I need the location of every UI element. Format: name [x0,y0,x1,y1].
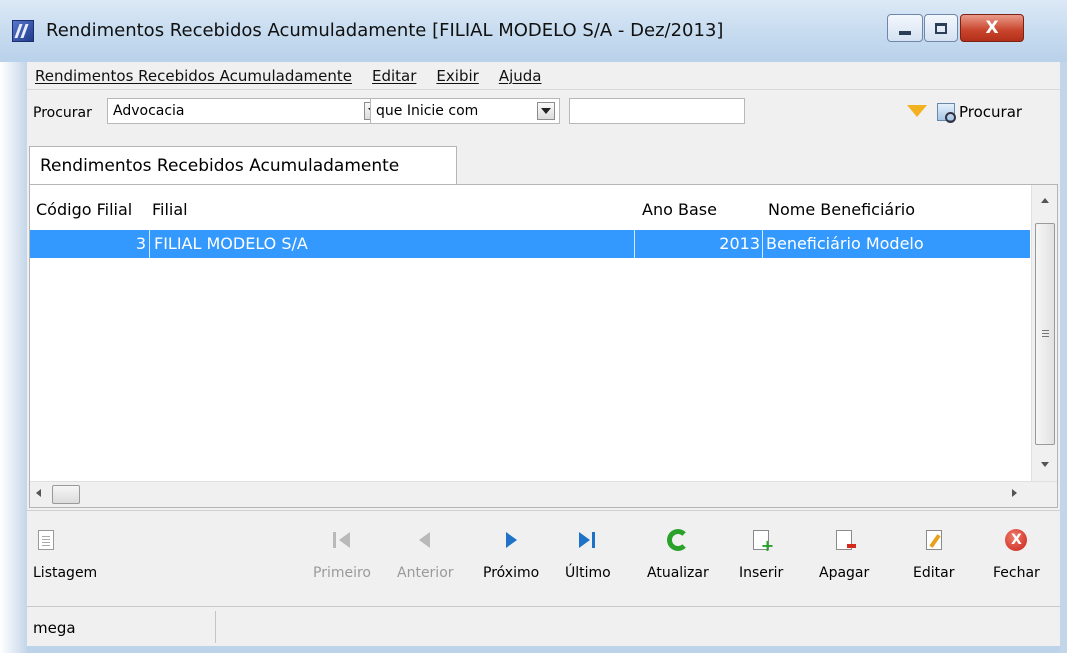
close-icon: X [1003,527,1029,553]
content-panel: Rendimentos Recebidos Acumuladamente Cód… [27,134,1060,510]
filter-icon[interactable] [907,105,927,117]
tab-rendimentos[interactable]: Rendimentos Recebidos Acumuladamente [29,146,457,184]
window-left-border [0,62,27,653]
maximize-icon [935,22,947,34]
minimize-icon [899,31,911,35]
column-separator [762,230,763,258]
window-right-border [1060,62,1067,653]
horizontal-scrollbar[interactable] [30,481,1057,507]
atualizar-button[interactable]: Atualizar [647,527,709,599]
chevron-down-icon[interactable] [537,102,555,120]
scroll-right-arrow-icon[interactable] [1012,489,1017,497]
app-window: Rendimentos Recebidos Acumuladamente [FI… [0,0,1067,653]
scroll-left-arrow-icon[interactable] [36,489,41,497]
title-bar: Rendimentos Recebidos Acumuladamente [FI… [0,0,1067,62]
editar-button[interactable]: Editar [913,527,954,599]
window-title: Rendimentos Recebidos Acumuladamente [FI… [46,20,724,41]
minimize-button[interactable] [887,14,923,42]
menu-editar[interactable]: Editar [372,67,416,85]
cell-filial: FILIAL MODELO S/A [154,234,308,253]
search-field-select[interactable]: Advocacia [107,98,387,124]
ultimo-button[interactable]: Último [565,527,611,599]
status-text: mega [33,619,76,637]
inserir-label: Inserir [739,565,784,581]
listagem-button[interactable]: Listagem [33,527,97,599]
tab-label: Rendimentos Recebidos Acumuladamente [40,156,400,176]
col-header-filial[interactable]: Filial [152,200,188,219]
last-record-icon [575,527,601,553]
status-separator [215,611,216,643]
next-record-icon [498,527,524,553]
fechar-label: Fechar [993,565,1040,581]
menu-ajuda[interactable]: Ajuda [499,67,542,85]
scroll-down-arrow-icon[interactable] [1032,453,1058,475]
menu-bar: Rendimentos Recebidos Acumuladamente Edi… [27,62,1060,90]
search-mode-value: que Inicie com [376,103,479,119]
insert-icon [748,527,774,555]
search-input[interactable] [569,98,745,124]
apagar-label: Apagar [819,565,870,581]
search-field-value: Advocacia [113,103,185,119]
editar-label: Editar [913,565,955,581]
delete-icon [831,527,857,553]
column-separator [634,230,635,258]
listagem-label: Listagem [33,565,98,581]
primeiro-button[interactable]: Primeiro [313,527,371,599]
maximize-button[interactable] [924,14,958,42]
menu-exibir[interactable]: Exibir [436,67,478,85]
vertical-scroll-thumb[interactable] [1035,223,1055,445]
atualizar-label: Atualizar [647,565,709,581]
close-window-button[interactable]: X [960,14,1024,42]
primeiro-label: Primeiro [313,565,371,581]
table-row[interactable]: 3 FILIAL MODELO S/A 2013 Beneficiário Mo… [30,230,1030,258]
cell-nome-beneficiario: Beneficiário Modelo [766,234,924,253]
close-icon: X [985,18,999,38]
ultimo-label: Último [565,565,611,581]
column-separator [149,230,150,258]
search-bar: Procurar Advocacia que Inicie com Procur… [27,90,1060,134]
menu-rendimentos[interactable]: Rendimentos Recebidos Acumuladamente [35,67,352,85]
col-header-nome-beneficiario[interactable]: Nome Beneficiário [768,200,915,219]
horizontal-scroll-thumb[interactable] [52,485,80,504]
cell-codigo-filial: 3 [135,234,146,253]
col-header-ano-base[interactable]: Ano Base [642,200,717,219]
search-button[interactable]: Procurar [937,98,1022,126]
search-mode-select[interactable]: que Inicie com [370,98,560,124]
cell-ano-base: 2013 [719,234,760,253]
scroll-up-arrow-icon[interactable] [1032,189,1058,211]
anterior-label: Anterior [397,565,454,581]
grip-icon [1042,330,1049,337]
fechar-button[interactable]: X Fechar [993,527,1040,599]
bottom-toolbar: Listagem Primeiro Anterior Próximo Últim [27,510,1060,606]
refresh-icon [665,527,691,553]
first-record-icon [329,527,355,553]
anterior-button[interactable]: Anterior [397,527,454,599]
proximo-button[interactable]: Próximo [483,527,539,599]
search-label: Procurar [33,105,92,121]
edit-icon [921,527,947,553]
data-grid: Código Filial Filial Ano Base Nome Benef… [29,184,1058,508]
vertical-scrollbar[interactable] [1031,185,1057,481]
inserir-button[interactable]: Inserir [739,527,783,599]
proximo-label: Próximo [483,565,540,581]
search-button-label: Procurar [959,103,1023,121]
col-header-codigo-filial[interactable]: Código Filial [36,200,132,219]
previous-record-icon [412,527,438,553]
status-bar: mega [27,606,1060,646]
apagar-button[interactable]: Apagar [819,527,869,599]
document-icon [33,527,59,553]
search-icon [937,103,956,123]
grid-header: Código Filial Filial Ano Base Nome Benef… [30,185,1032,227]
app-logo-icon [12,20,34,42]
